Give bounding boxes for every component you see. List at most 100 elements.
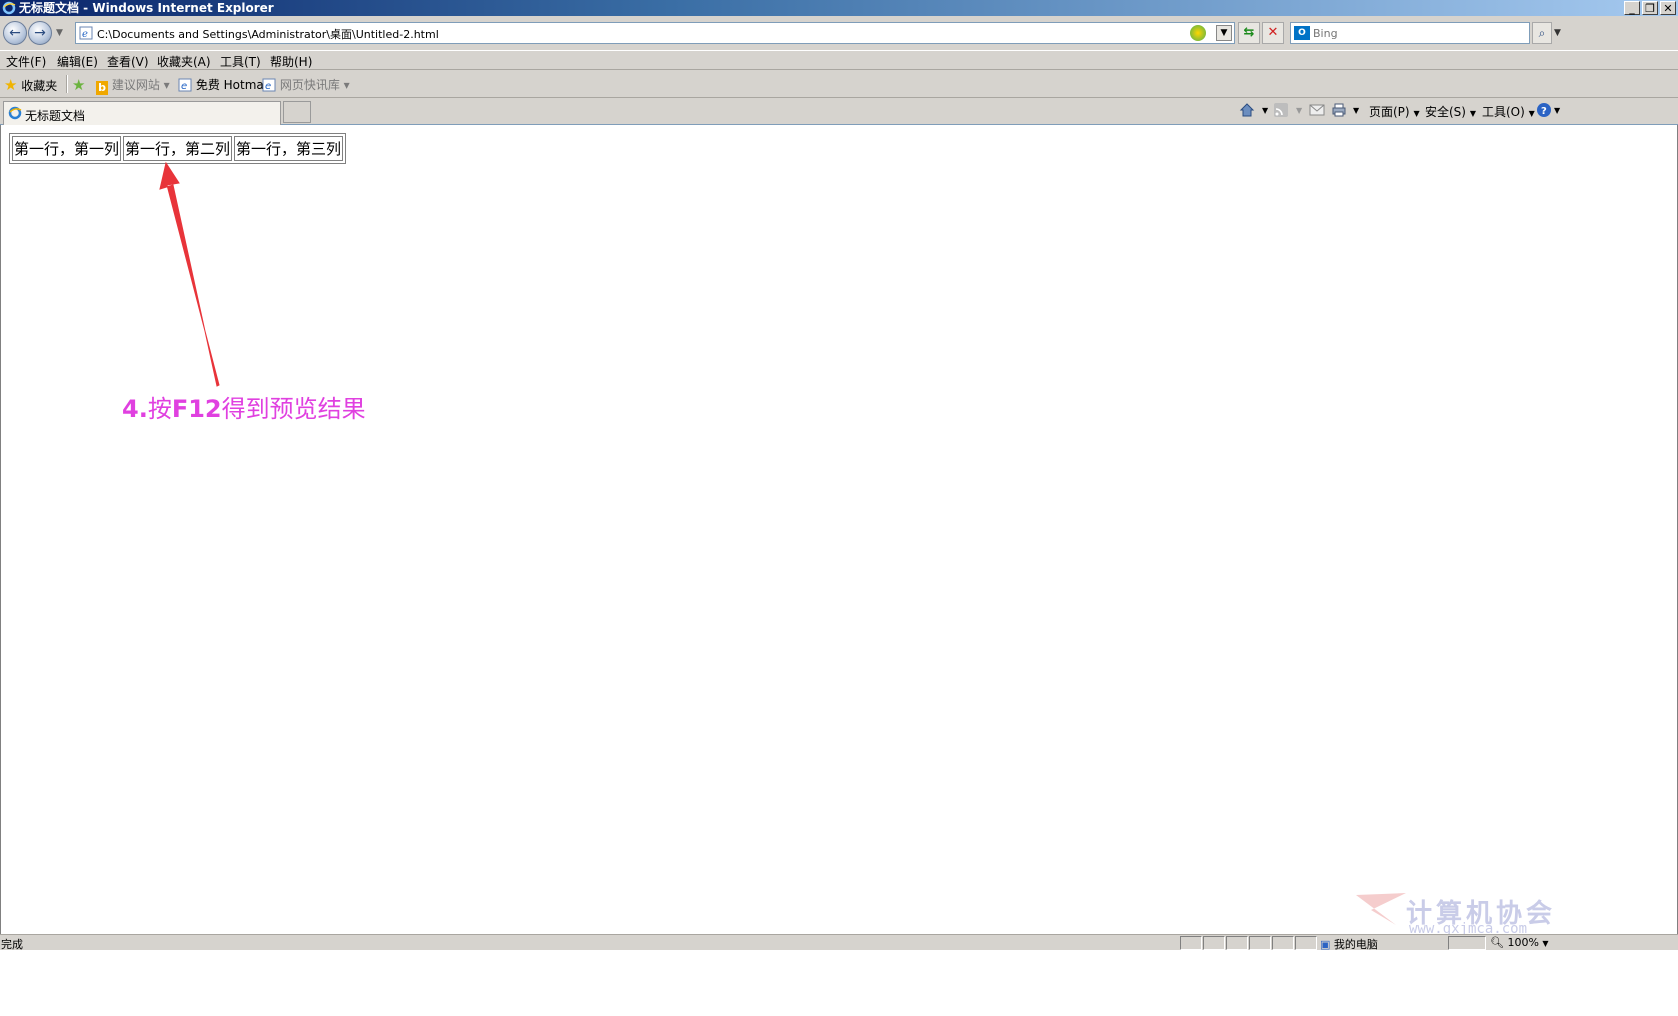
chevron-down-icon: ▾: [343, 78, 350, 92]
add-to-favorites-bar-button[interactable]: ★: [72, 76, 85, 94]
feeds-icon[interactable]: [1273, 102, 1289, 118]
help-icon[interactable]: ?: [1536, 102, 1552, 118]
table-row: 第一行，第一列 第一行，第二列 第一行，第三列: [12, 136, 344, 161]
status-cell: [1249, 936, 1271, 950]
annotation-text-1: 按: [147, 395, 172, 423]
favorites-label: 收藏夹: [21, 79, 58, 93]
home-dropdown-icon[interactable]: ▼: [1262, 106, 1268, 115]
safety-menu-button[interactable]: 安全(S) ▼: [1425, 103, 1476, 120]
tools-menu-label: 工具(O): [1482, 105, 1525, 119]
back-button[interactable]: ←: [3, 21, 27, 45]
search-input[interactable]: [1313, 25, 1513, 41]
stop-icon: ✕: [1267, 25, 1279, 40]
favorites-separator: [66, 75, 68, 93]
favorites-bar: ★ 收藏夹 ★ b 建议网站 ▾ e 免费 Hotmail e 网页快讯库 ▾: [0, 70, 1678, 98]
refresh-button[interactable]: ⇆: [1238, 22, 1260, 44]
tab-active[interactable]: 无标题文档: [3, 101, 281, 125]
demo-table: 第一行，第一列 第一行，第二列 第一行，第三列: [9, 133, 347, 164]
status-cell: [1180, 936, 1202, 950]
web-slice-gallery-link[interactable]: e 网页快讯库 ▾: [262, 76, 350, 93]
print-icon[interactable]: [1331, 102, 1347, 118]
chevron-down-icon: ▼: [1469, 109, 1476, 118]
web-page-content: 第一行，第一列 第一行，第二列 第一行，第三列 4.按F12得到预览结果 计算机…: [0, 125, 1678, 937]
status-cell: [1203, 936, 1225, 950]
page-icon: e: [79, 26, 93, 40]
annotation-arrow: [159, 161, 220, 387]
bing-icon: b: [96, 81, 108, 95]
annotation-key: F12: [171, 395, 222, 423]
search-box[interactable]: O: [1290, 22, 1530, 44]
suggested-sites-label: 建议网站: [111, 78, 160, 92]
zoom-level: 100%: [1507, 936, 1539, 949]
search-provider-icon: O: [1294, 26, 1310, 40]
menu-edit[interactable]: 编辑(E): [57, 53, 98, 70]
ie-logo-icon: [2, 1, 16, 15]
refresh-icon: ⇆: [1243, 25, 1255, 40]
tab-title: 无标题文档: [25, 109, 86, 123]
status-cell: [1295, 936, 1317, 950]
web-slice-gallery-label: 网页快讯库: [279, 78, 340, 92]
address-dropdown-icon[interactable]: ▼: [1216, 25, 1232, 41]
svg-text:e: e: [265, 81, 271, 92]
restore-button[interactable]: ❐: [1642, 1, 1658, 15]
compatibility-view-icon[interactable]: [1190, 25, 1206, 41]
protected-mode-cell[interactable]: [1448, 936, 1486, 950]
tools-menu-button[interactable]: 工具(O) ▼: [1482, 103, 1535, 120]
address-url[interactable]: C:\Documents and Settings\Administrator\…: [97, 26, 439, 42]
history-dropdown-icon[interactable]: ▼: [56, 28, 63, 38]
svg-text:e: e: [82, 29, 88, 40]
menu-bar: 文件(F) 编辑(E) 查看(V) 收藏夹(A) 工具(T) 帮助(H): [0, 50, 1678, 70]
add-favorite-icon: ★: [72, 76, 86, 94]
table-cell: 第一行，第三列: [234, 136, 344, 161]
forward-button[interactable]: →: [28, 21, 52, 45]
menu-help[interactable]: 帮助(H): [270, 53, 312, 70]
desktop-area: [0, 950, 1678, 1016]
window-title-bar[interactable]: 无标题文档 - Windows Internet Explorer _ ❐ ✕: [0, 0, 1678, 16]
address-field[interactable]: e C:\Documents and Settings\Administrato…: [75, 22, 1235, 44]
table-cell: 第一行，第二列: [123, 136, 233, 161]
suggested-sites-link[interactable]: b 建议网站 ▾: [96, 76, 170, 95]
feeds-dropdown-icon[interactable]: ▼: [1296, 106, 1302, 115]
stop-button[interactable]: ✕: [1262, 22, 1284, 44]
window-title: 无标题文档 - Windows Internet Explorer: [19, 1, 274, 15]
chevron-down-icon: ▾: [163, 78, 170, 92]
zoom-control[interactable]: 🔍︎ 100% ▼: [1490, 936, 1549, 949]
hotmail-link[interactable]: e 免费 Hotmail: [178, 76, 270, 93]
chevron-down-icon: ▼: [1542, 939, 1549, 948]
favorites-button[interactable]: ★ 收藏夹: [4, 76, 57, 94]
search-button[interactable]: ⌕: [1532, 22, 1552, 44]
menu-tools[interactable]: 工具(T): [220, 53, 261, 70]
menu-favorites[interactable]: 收藏夹(A): [157, 53, 211, 70]
read-mail-icon[interactable]: [1309, 102, 1325, 118]
table-cell: 第一行，第一列: [12, 136, 122, 161]
ie-page-icon: e: [262, 78, 276, 92]
hotmail-label: 免费 Hotmail: [195, 78, 271, 92]
menu-file[interactable]: 文件(F): [6, 53, 46, 70]
address-toolbar: ← → ▼ e C:\Documents and Settings\Admini…: [0, 16, 1678, 50]
new-tab-button[interactable]: [283, 101, 311, 123]
magnifier-icon: ⌕: [1538, 26, 1546, 40]
menu-view[interactable]: 查看(V): [107, 53, 149, 70]
status-cell: [1226, 936, 1248, 950]
annotation-text-2: 得到预览结果: [221, 395, 366, 423]
page-menu-label: 页面(P): [1369, 105, 1410, 119]
annotation-step: 4.: [122, 395, 148, 423]
print-dropdown-icon[interactable]: ▼: [1353, 106, 1359, 115]
help-dropdown-icon[interactable]: ▼: [1554, 106, 1560, 115]
status-bar: 完成 ▣ 我的电脑 🔍︎ 100% ▼: [0, 934, 1678, 951]
safety-menu-label: 安全(S): [1425, 105, 1466, 119]
search-options-dropdown-icon[interactable]: ▼: [1554, 22, 1564, 44]
ie-page-icon: e: [178, 78, 192, 92]
home-icon[interactable]: [1239, 102, 1255, 118]
chevron-down-icon: ▼: [1528, 109, 1535, 118]
close-window-button[interactable]: ✕: [1660, 1, 1676, 15]
chevron-down-icon: ▼: [1413, 109, 1420, 118]
back-arrow-icon: ←: [9, 25, 21, 41]
status-cell: [1272, 936, 1294, 950]
annotation-text: 4.按F12得到预览结果: [122, 389, 366, 424]
minimize-button[interactable]: _: [1624, 1, 1640, 15]
svg-text:?: ?: [1541, 106, 1547, 117]
favorites-star-icon: ★: [4, 76, 18, 94]
page-menu-button[interactable]: 页面(P) ▼: [1369, 103, 1420, 120]
svg-text:e: e: [181, 81, 187, 92]
